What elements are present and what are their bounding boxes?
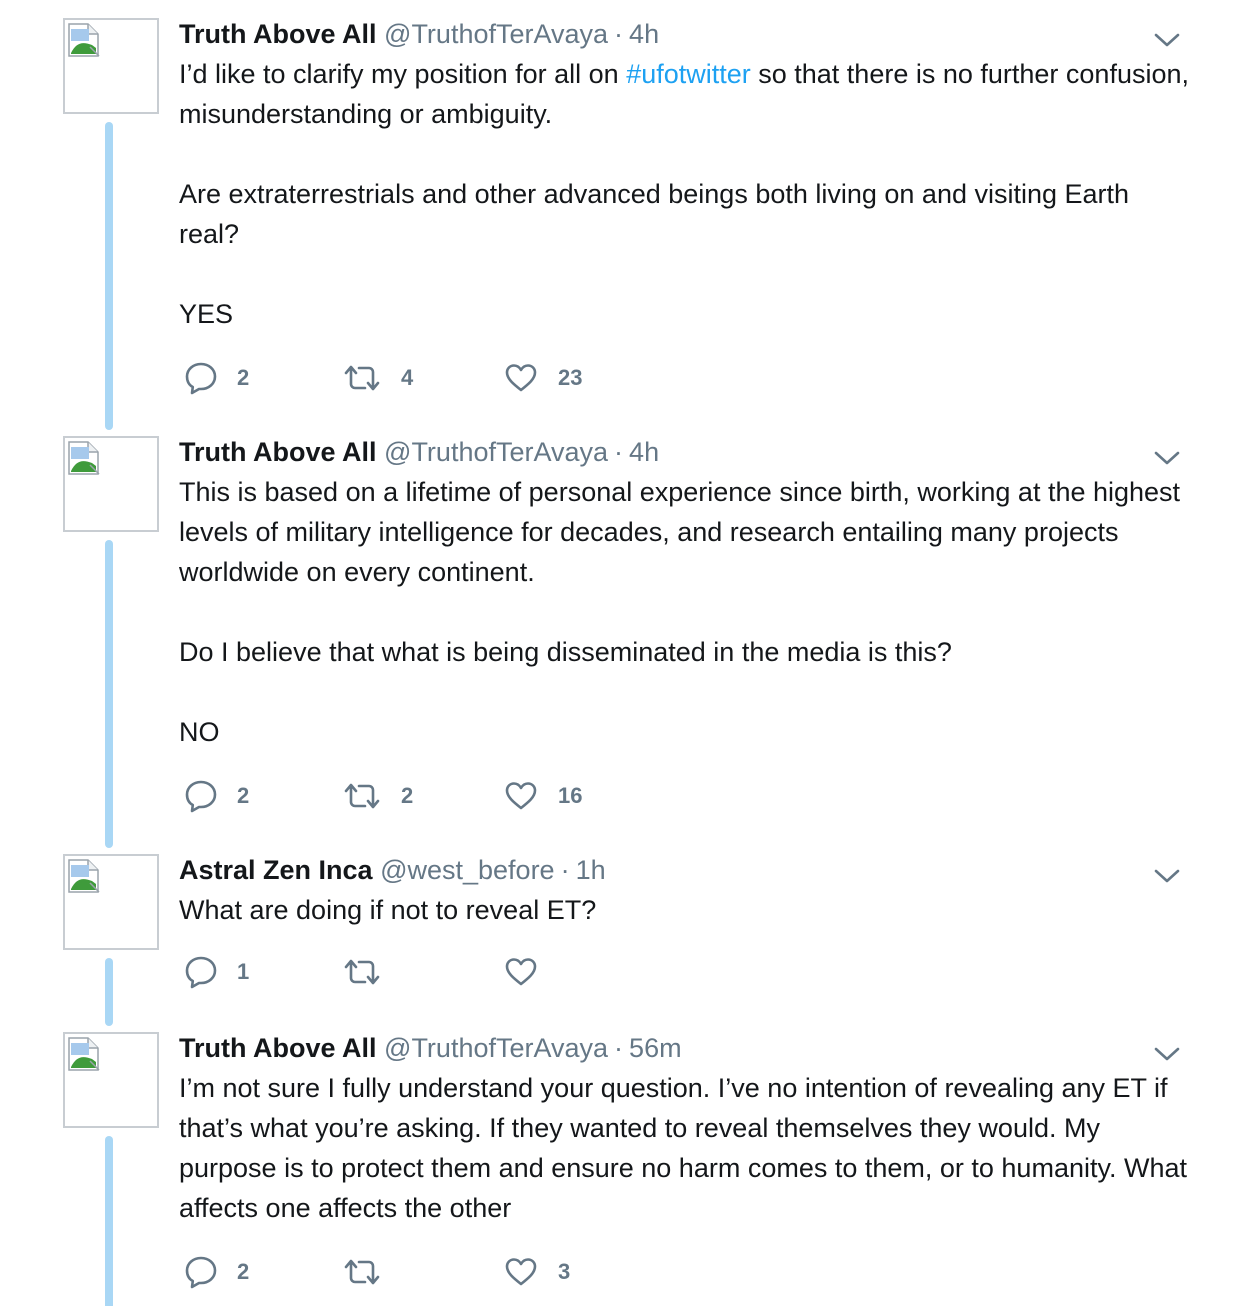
- retweet-icon: [344, 783, 380, 809]
- author-name[interactable]: Astral Zen Inca: [179, 855, 373, 885]
- tweet-header: Astral Zen Inca @west_before · 1h: [179, 854, 606, 886]
- retweet-button[interactable]: 4: [343, 358, 413, 398]
- tweet-actions: 1: [179, 952, 779, 992]
- tweet-paragraph: NO: [179, 712, 1189, 752]
- tweet-text-segment: YES: [179, 299, 234, 329]
- tweet-actions: 2 3: [179, 1252, 779, 1292]
- retweet-button[interactable]: 2: [343, 776, 413, 816]
- broken-image-icon: [68, 441, 100, 475]
- tweet-text-segment: Do I believe that what is being dissemin…: [179, 637, 952, 667]
- tweet-paragraph: Do I believe that what is being dissemin…: [179, 632, 1189, 672]
- avatar[interactable]: [63, 18, 159, 114]
- tweet-text: This is based on a lifetime of personal …: [179, 472, 1189, 752]
- like-icon: [505, 782, 537, 810]
- timestamp[interactable]: 56m: [629, 1033, 682, 1063]
- retweet-button[interactable]: [343, 1252, 401, 1292]
- reply-icon: [185, 1256, 217, 1289]
- tweet-header: Truth Above All @TruthofTerAvaya · 4h: [179, 18, 659, 50]
- tweet-paragraph: I’d like to clarify my position for all …: [179, 54, 1189, 134]
- chevron-down-icon[interactable]: [1152, 866, 1182, 886]
- tweet-paragraph: I’m not sure I fully understand your que…: [179, 1068, 1189, 1228]
- retweet-count: 2: [401, 783, 414, 808]
- separator-dot: ·: [614, 19, 624, 49]
- broken-image-icon: [68, 859, 100, 893]
- tweet-text-segment: This is based on a lifetime of personal …: [179, 477, 1181, 587]
- like-icon: [505, 364, 537, 392]
- tweet-text: I’m not sure I fully understand your que…: [179, 1068, 1189, 1228]
- chevron-down-icon[interactable]: [1152, 448, 1182, 468]
- thread-connector-line: [105, 1136, 113, 1306]
- tweet-paragraph: Are extraterrestrials and other advanced…: [179, 174, 1189, 254]
- retweet-icon: [344, 365, 380, 391]
- separator-dot: ·: [614, 437, 624, 467]
- avatar[interactable]: [63, 854, 159, 950]
- like-button[interactable]: [504, 952, 558, 992]
- tweet-paragraph: YES: [179, 294, 1189, 334]
- chevron-down-icon[interactable]: [1152, 1044, 1182, 1064]
- author-handle[interactable]: @TruthofTerAvaya: [384, 437, 608, 467]
- author-handle[interactable]: @TruthofTerAvaya: [384, 1033, 608, 1063]
- reply-count: 2: [237, 783, 250, 808]
- reply-button[interactable]: 2: [185, 358, 249, 398]
- timestamp[interactable]: 1h: [576, 855, 606, 885]
- tweet-text-segment: I’m not sure I fully understand your que…: [179, 1073, 1187, 1223]
- author-name[interactable]: Truth Above All: [179, 19, 377, 49]
- reply-count: 2: [237, 1259, 250, 1284]
- timestamp[interactable]: 4h: [629, 19, 659, 49]
- retweet-icon: [344, 959, 380, 985]
- tweet-text: I’d like to clarify my position for all …: [179, 54, 1189, 334]
- author-handle[interactable]: @TruthofTerAvaya: [384, 19, 608, 49]
- reply-count: 2: [237, 365, 250, 390]
- reply-icon: [185, 956, 217, 989]
- retweet-button[interactable]: [343, 952, 401, 992]
- retweet-icon: [344, 1259, 380, 1285]
- tweet-paragraph: This is based on a lifetime of personal …: [179, 472, 1189, 592]
- like-count: 16: [558, 783, 583, 808]
- like-count: 3: [558, 1259, 571, 1284]
- thread-connector-line: [105, 958, 113, 1026]
- thread-connector-line: [105, 540, 113, 848]
- avatar[interactable]: [63, 436, 159, 532]
- broken-image-icon: [68, 1037, 100, 1071]
- tweet-paragraph: What are doing if not to reveal ET?: [179, 890, 1189, 930]
- like-button[interactable]: 3: [504, 1252, 570, 1292]
- like-count: 23: [558, 365, 583, 390]
- tweet-text-segment: Are extraterrestrials and other advanced…: [179, 179, 1130, 249]
- tweet-header: Truth Above All @TruthofTerAvaya · 4h: [179, 436, 659, 468]
- reply-icon: [185, 780, 217, 813]
- tweet-text-segment: NO: [179, 717, 220, 747]
- like-icon: [505, 1258, 537, 1286]
- like-icon: [505, 958, 537, 986]
- reply-button[interactable]: 1: [185, 952, 249, 992]
- tweet-text: What are doing if not to reveal ET?: [179, 890, 1189, 930]
- tweet-actions: 2 4 23: [179, 358, 779, 398]
- thread-connector-line: [105, 122, 113, 430]
- reply-count: 1: [237, 959, 250, 984]
- author-handle[interactable]: @west_before: [380, 855, 555, 885]
- tweet-text-segment: I’d like to clarify my position for all …: [179, 59, 627, 89]
- reply-icon: [185, 362, 217, 395]
- separator-dot: ·: [614, 1033, 624, 1063]
- tweet-header: Truth Above All @TruthofTerAvaya · 56m: [179, 1032, 682, 1064]
- timestamp[interactable]: 4h: [629, 437, 659, 467]
- chevron-down-icon[interactable]: [1152, 30, 1182, 50]
- author-name[interactable]: Truth Above All: [179, 437, 377, 467]
- reply-button[interactable]: 2: [185, 1252, 249, 1292]
- broken-image-icon: [68, 23, 100, 57]
- tweet-actions: 2 2 16: [179, 776, 779, 816]
- tweet-text-segment: What are doing if not to reveal ET?: [179, 895, 597, 925]
- hashtag-link[interactable]: #ufotwitter: [626, 59, 751, 89]
- like-button[interactable]: 16: [504, 776, 582, 816]
- author-name[interactable]: Truth Above All: [179, 1033, 377, 1063]
- retweet-count: 4: [401, 365, 414, 390]
- separator-dot: ·: [560, 855, 570, 885]
- reply-button[interactable]: 2: [185, 776, 249, 816]
- avatar[interactable]: [63, 1032, 159, 1128]
- like-button[interactable]: 23: [504, 358, 582, 398]
